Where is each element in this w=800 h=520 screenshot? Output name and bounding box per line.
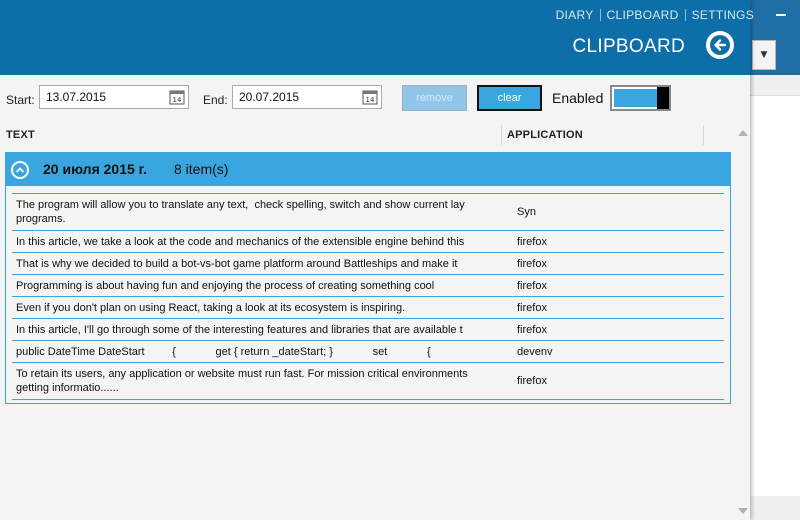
calendar-icon-number: 14 [173, 96, 182, 104]
row-text: The program will allow you to translate … [16, 199, 465, 225]
nav-clipboard[interactable]: CLIPBOARD [601, 8, 685, 22]
scroll-down-arrow-icon[interactable] [738, 508, 748, 514]
toggle-fill [614, 89, 658, 107]
collapse-chevron-icon[interactable] [11, 161, 29, 179]
row-text: To retain its users, any application or … [16, 368, 468, 394]
end-label: End: [203, 93, 228, 107]
row-application: firefox [517, 323, 547, 336]
scroll-up-arrow-icon[interactable] [738, 130, 748, 136]
minimize-icon[interactable] [776, 14, 786, 16]
column-application[interactable]: APPLICATION [507, 129, 583, 141]
row-text: In this article, we take a look at the c… [16, 235, 465, 248]
row-application: firefox [517, 301, 547, 314]
row-text: In this article, I'll go through some of… [16, 323, 463, 336]
background-panel [750, 95, 800, 496]
calendar-icon-number: 14 [366, 96, 375, 104]
table-row[interactable]: In this article, I'll go through some of… [12, 319, 724, 341]
enabled-label: Enabled [552, 90, 604, 106]
row-application: devenv [517, 345, 553, 358]
column-separator[interactable] [703, 125, 704, 145]
nav-settings[interactable]: SETTINGS [686, 8, 760, 22]
table-row[interactable]: Even if you don't plan on using React, t… [12, 297, 724, 319]
end-date-value: 20.07.2015 [239, 90, 300, 104]
group-date: 20 июля 2015 г. [43, 161, 147, 177]
arrow-left-icon [710, 35, 730, 55]
row-text: Programming is about having fun and enjo… [16, 279, 435, 292]
nav-diary[interactable]: DIARY [550, 8, 600, 22]
column-header: TEXT APPLICATION [0, 120, 750, 150]
group-header[interactable]: 20 июля 2015 г. 8 item(s) [6, 153, 730, 186]
clipboard-rows: The program will allow you to translate … [6, 187, 730, 400]
background-dropdown[interactable]: ▼ [752, 40, 776, 70]
row-text: public DateTime DateStart { get { return… [16, 345, 431, 358]
background-window: ▼ [750, 0, 800, 520]
start-date-field[interactable]: 13.07.2015 14 [39, 85, 189, 109]
clipboard-panel: DIARY CLIPBOARD SETTINGS CLIPBOARD Start… [0, 0, 754, 520]
filter-toolbar: Start: 13.07.2015 14 End: 20.07.2015 14 … [0, 75, 750, 120]
calendar-icon[interactable]: 14 [169, 89, 185, 105]
table-row[interactable]: To retain its users, any application or … [12, 363, 724, 400]
row-application: firefox [517, 235, 547, 248]
calendar-icon[interactable]: 14 [362, 89, 378, 105]
row-application: firefox [517, 257, 547, 270]
end-date-field[interactable]: 20.07.2015 14 [232, 85, 382, 109]
back-button[interactable] [706, 31, 734, 59]
group-count: 8 item(s) [174, 161, 229, 177]
enabled-toggle[interactable] [610, 85, 671, 111]
start-label: Start: [6, 93, 35, 107]
app-header: DIARY CLIPBOARD SETTINGS CLIPBOARD [0, 0, 754, 75]
toggle-knob[interactable] [657, 87, 669, 109]
column-text[interactable]: TEXT [6, 129, 35, 141]
page-title: CLIPBOARD [572, 36, 685, 57]
table-row[interactable]: Programming is about having fun and enjo… [12, 275, 724, 297]
table-row[interactable]: The program will allow you to translate … [12, 193, 724, 231]
column-separator[interactable] [501, 125, 502, 145]
start-date-value: 13.07.2015 [46, 90, 107, 104]
row-application: firefox [517, 375, 547, 387]
row-application: firefox [517, 279, 547, 292]
table-row[interactable]: public DateTime DateStart { get { return… [12, 341, 724, 363]
top-nav: DIARY CLIPBOARD SETTINGS [550, 8, 760, 22]
row-application: Syn [517, 206, 536, 218]
row-text: That is why we decided to build a bot-vs… [16, 257, 458, 270]
table-row[interactable]: In this article, we take a look at the c… [12, 231, 724, 253]
date-group: 20 июля 2015 г. 8 item(s) The program wi… [5, 152, 731, 404]
dropdown-arrow-icon: ▼ [760, 50, 768, 60]
table-row[interactable]: That is why we decided to build a bot-vs… [12, 253, 724, 275]
row-text: Even if you don't plan on using React, t… [16, 301, 406, 314]
remove-button[interactable]: remove [402, 85, 467, 111]
clear-button[interactable]: clear [477, 85, 542, 111]
